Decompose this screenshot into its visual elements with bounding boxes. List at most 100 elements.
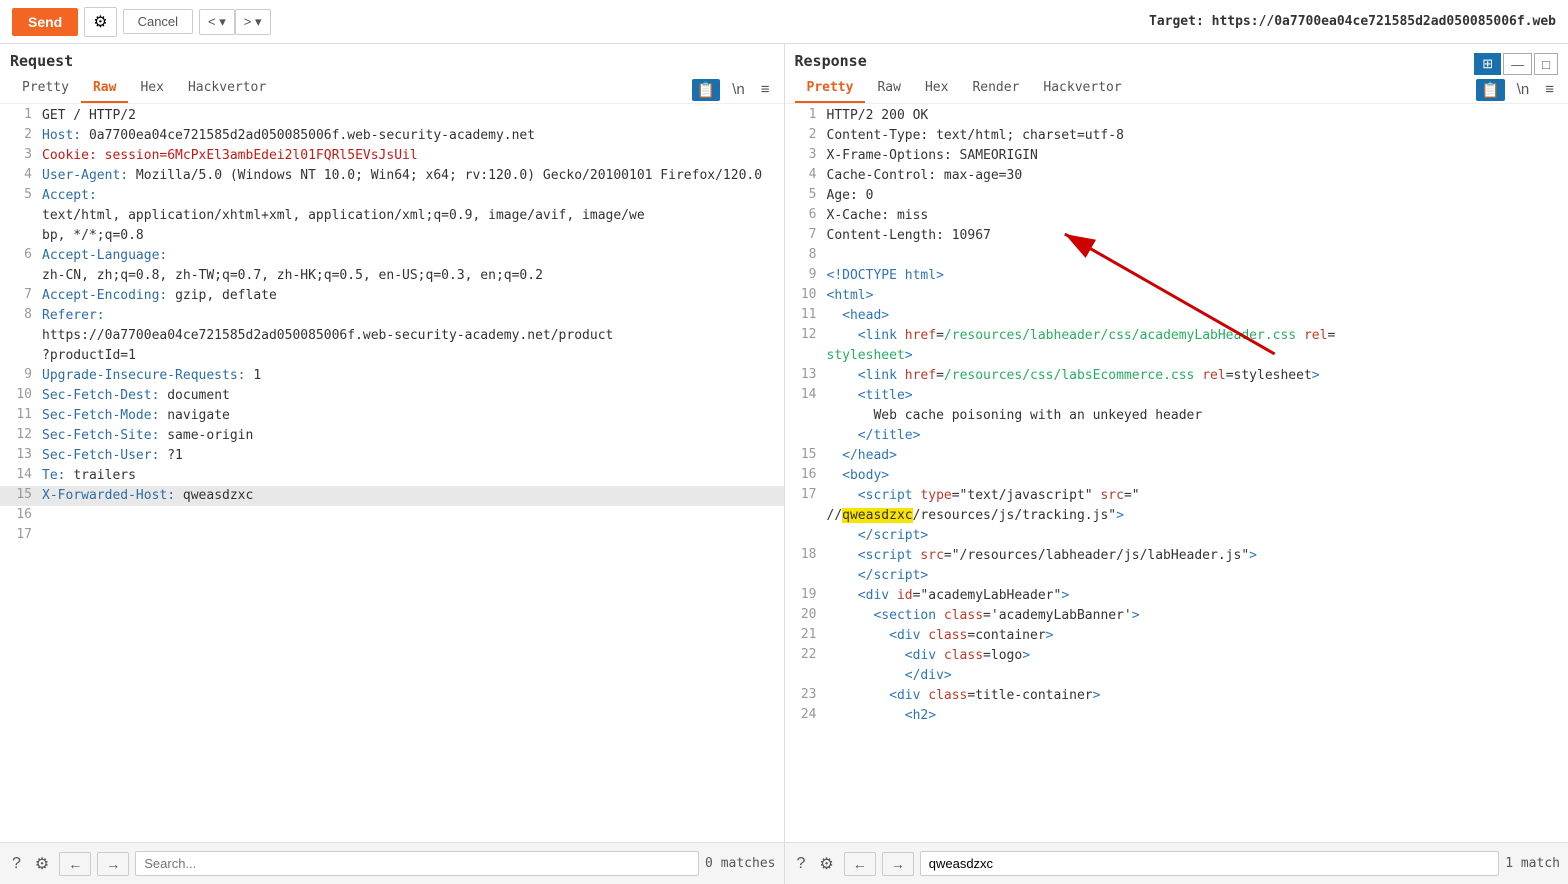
resp-line-20: 20 <section class='academyLabBanner'> [785, 606, 1568, 626]
response-match-count: 1 match [1505, 856, 1560, 871]
tab-response-render[interactable]: Render [960, 76, 1031, 103]
next-nav-button[interactable]: > ▾ [235, 9, 271, 35]
resp-line-18: 18 <script src="/resources/labheader/js/… [785, 546, 1568, 566]
view-full-button[interactable]: □ [1534, 53, 1558, 75]
request-line-8b: https://0a7700ea04ce721585d2ad050085006f… [0, 326, 784, 346]
settings-button[interactable]: ⚙ [84, 7, 116, 37]
tab-request-raw[interactable]: Raw [81, 76, 128, 103]
request-menu-icon[interactable]: ≡ [757, 79, 774, 100]
resp-line-11: 11 <head> [785, 306, 1568, 326]
request-match-count: 0 matches [705, 856, 775, 871]
resp-line-14c: </title> [785, 426, 1568, 446]
resp-line-24: 24 <h2> [785, 706, 1568, 726]
resp-line-17b: //qweasdzxc/resources/js/tracking.js"> [785, 506, 1568, 526]
request-line-7: 7 Accept-Encoding: gzip, deflate [0, 286, 784, 306]
resp-line-17c: </script> [785, 526, 1568, 546]
request-settings-button[interactable]: ⚙ [31, 852, 53, 876]
resp-line-9: 9 <!DOCTYPE html> [785, 266, 1568, 286]
resp-line-19: 19 <div id="academyLabHeader"> [785, 586, 1568, 606]
tab-request-hackvertor[interactable]: Hackvertor [176, 76, 278, 103]
response-search-next[interactable]: → [882, 852, 914, 876]
request-line-13: 13 Sec-Fetch-User: ?1 [0, 446, 784, 466]
response-menu-icon[interactable]: ≡ [1541, 79, 1558, 100]
resp-line-8: 8 [785, 246, 1568, 266]
response-help-button[interactable]: ? [793, 853, 810, 875]
tab-response-hex[interactable]: Hex [913, 76, 960, 103]
send-button[interactable]: Send [12, 8, 78, 36]
response-tabs: Pretty Raw Hex Render Hackvertor [795, 76, 1134, 103]
toolbar: Send ⚙ Cancel < ▾ > ▾ Target: https://0a… [0, 0, 1568, 44]
request-search-next[interactable]: → [97, 852, 129, 876]
resp-line-21: 21 <div class=container> [785, 626, 1568, 646]
request-line-8a: 8 Referer: [0, 306, 784, 326]
response-settings-button[interactable]: ⚙ [815, 852, 837, 876]
view-single-button[interactable]: — [1503, 53, 1532, 75]
request-help-button[interactable]: ? [8, 853, 25, 875]
resp-line-3: 3 X-Frame-Options: SAMEORIGIN [785, 146, 1568, 166]
response-code-area: 1 HTTP/2 200 OK 2 Content-Type: text/htm… [785, 104, 1568, 842]
prev-nav-button[interactable]: < ▾ [199, 9, 235, 35]
view-split-button[interactable]: ⊞ [1474, 53, 1501, 75]
tab-response-hackvertor[interactable]: Hackvertor [1031, 76, 1133, 103]
response-search-prev[interactable]: ← [844, 852, 876, 876]
request-title: Request [10, 52, 774, 70]
request-line-5b: text/html, application/xhtml+xml, applic… [0, 206, 784, 226]
request-tabs: Pretty Raw Hex Hackvertor [10, 76, 278, 103]
request-line-6a: 6 Accept-Language: [0, 246, 784, 266]
resp-line-15: 15 </head> [785, 446, 1568, 466]
request-line-6b: zh-CN, zh;q=0.8, zh-TW;q=0.7, zh-HK;q=0.… [0, 266, 784, 286]
response-title: Response [795, 52, 867, 70]
request-panel: Request Pretty Raw Hex Hackvertor 📋 \n ≡… [0, 44, 785, 884]
tab-request-hex[interactable]: Hex [128, 76, 175, 103]
resp-line-17: 17 <script type="text/javascript" src=" [785, 486, 1568, 506]
response-bottom-bar: ? ⚙ ← → 1 match [785, 842, 1568, 884]
request-search-prev[interactable]: ← [59, 852, 91, 876]
response-header: Response ⊞ — □ Pretty Raw Hex Render Hac… [785, 44, 1568, 104]
request-line-17: 17 [0, 526, 784, 546]
request-line-12: 12 Sec-Fetch-Site: same-origin [0, 426, 784, 446]
request-line-3: 3 Cookie: session=6McPxEl3ambEdei2l01FQR… [0, 146, 784, 166]
response-ln-icon[interactable]: \n [1513, 79, 1534, 100]
response-panel: Response ⊞ — □ Pretty Raw Hex Render Hac… [785, 44, 1568, 884]
request-ln-icon[interactable]: \n [728, 79, 749, 100]
request-line-4: 4 User-Agent: Mozilla/5.0 (Windows NT 10… [0, 166, 784, 186]
request-code-area: 1 GET / HTTP/2 2 Host: 0a7700ea04ce72158… [0, 104, 784, 842]
resp-line-14a: 14 <title> [785, 386, 1568, 406]
tab-response-raw[interactable]: Raw [865, 76, 912, 103]
resp-line-10: 10 <html> [785, 286, 1568, 306]
request-line-8c: ?productId=1 [0, 346, 784, 366]
resp-line-12: 12 <link href=/resources/labheader/css/a… [785, 326, 1568, 346]
request-line-1: 1 GET / HTTP/2 [0, 106, 784, 126]
response-tabs-row: Pretty Raw Hex Render Hackvertor 📋 \n ≡ [795, 76, 1559, 103]
resp-line-2: 2 Content-Type: text/html; charset=utf-8 [785, 126, 1568, 146]
response-tab-icons: 📋 \n ≡ [1476, 79, 1558, 101]
cancel-button[interactable]: Cancel [123, 9, 193, 34]
request-search-input[interactable] [135, 851, 699, 876]
request-line-11: 11 Sec-Fetch-Mode: navigate [0, 406, 784, 426]
tab-response-pretty[interactable]: Pretty [795, 76, 866, 103]
nav-buttons: < ▾ > ▾ [199, 9, 270, 35]
toolbar-left: Send ⚙ Cancel < ▾ > ▾ [12, 7, 271, 37]
request-header: Request Pretty Raw Hex Hackvertor 📋 \n ≡ [0, 44, 784, 104]
response-search-input[interactable] [920, 851, 1499, 876]
request-line-2: 2 Host: 0a7700ea04ce721585d2ad050085006f… [0, 126, 784, 146]
resp-line-1: 1 HTTP/2 200 OK [785, 106, 1568, 126]
request-line-14: 14 Te: trailers [0, 466, 784, 486]
view-buttons: ⊞ — □ [1474, 53, 1558, 75]
resp-line-5: 5 Age: 0 [785, 186, 1568, 206]
resp-line-23: 23 <div class=title-container> [785, 686, 1568, 706]
resp-line-22b: </div> [785, 666, 1568, 686]
request-line-5a: 5 Accept: [0, 186, 784, 206]
request-bottom-bar: ? ⚙ ← → 0 matches [0, 842, 784, 884]
resp-line-13: 13 <link href=/resources/css/labsEcommer… [785, 366, 1568, 386]
response-send-icon[interactable]: 📋 [1476, 79, 1505, 101]
resp-line-22: 22 <div class=logo> [785, 646, 1568, 666]
resp-line-6: 6 X-Cache: miss [785, 206, 1568, 226]
request-tabs-row: Pretty Raw Hex Hackvertor 📋 \n ≡ [10, 76, 774, 103]
request-line-15: 15 X-Forwarded-Host: qweasdzxc [0, 486, 784, 506]
resp-line-7: 7 Content-Length: 10967 [785, 226, 1568, 246]
resp-line-16: 16 <body> [785, 466, 1568, 486]
tab-request-pretty[interactable]: Pretty [10, 76, 81, 103]
request-line-10: 10 Sec-Fetch-Dest: document [0, 386, 784, 406]
request-send-icon[interactable]: 📋 [692, 79, 721, 101]
